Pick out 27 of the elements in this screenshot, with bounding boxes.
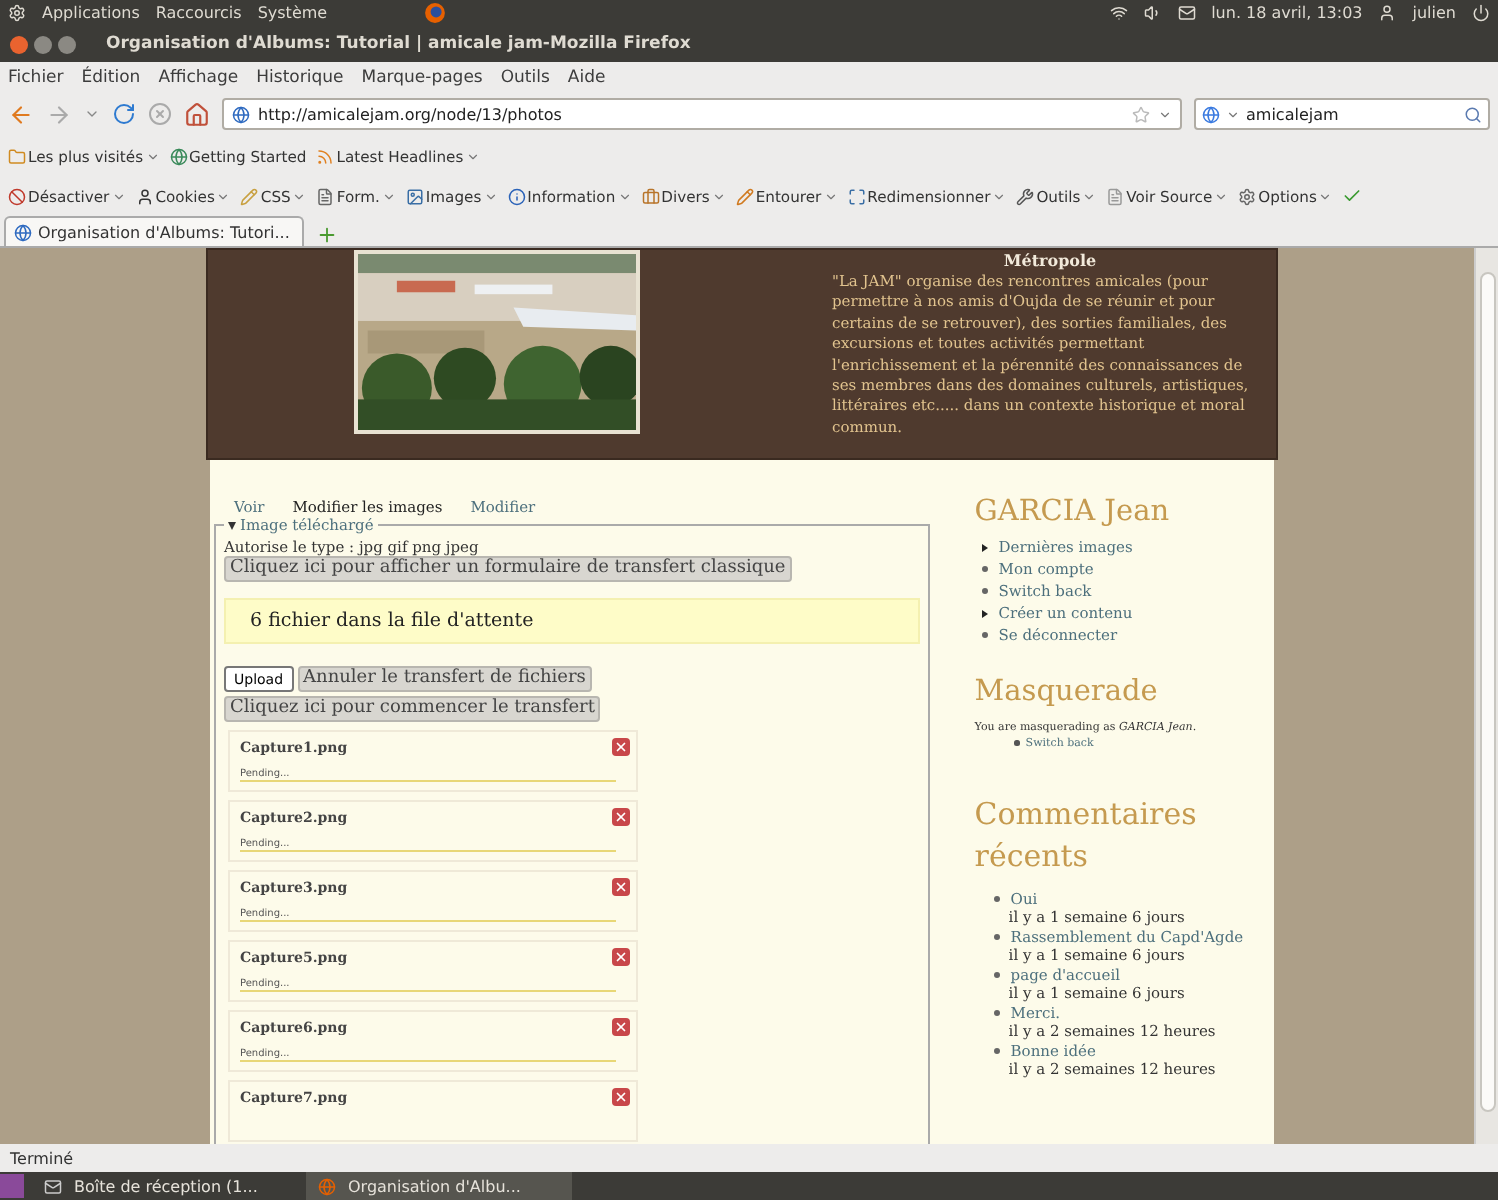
block-title: Commentaires récents bbox=[974, 794, 1199, 878]
block-title: Masquerade bbox=[974, 674, 1160, 712]
queue-message: 6 fichier dans la file d'attente bbox=[224, 598, 920, 644]
search-field[interactable]: amicalejam bbox=[1194, 98, 1490, 130]
menu-item[interactable]: Affichage bbox=[158, 67, 239, 87]
taskbar-item[interactable]: Organisation d'Albu... bbox=[306, 1172, 572, 1200]
user-name[interactable]: julien bbox=[1412, 4, 1456, 22]
browser-tab[interactable]: Organisation d'Albums: Tutori... bbox=[4, 216, 304, 246]
classic-form-button[interactable]: Cliquez ici pour afficher un formulaire de transfert classique bbox=[224, 556, 792, 582]
cancel-button[interactable]: Annuler le transfert de fichiers bbox=[297, 666, 592, 692]
panel-menu[interactable]: Applications bbox=[42, 4, 140, 22]
panel-menu[interactable]: Système bbox=[257, 4, 328, 22]
window-title: Organisation d'Albums: Tutorial | amicale jam-Mozilla Firefox bbox=[106, 34, 691, 54]
menu-item[interactable]: Outils bbox=[500, 67, 550, 87]
menu-item[interactable]: Fichier bbox=[8, 67, 64, 87]
menu-item[interactable]: Édition bbox=[81, 67, 141, 87]
status-text: Terminé bbox=[10, 1149, 74, 1167]
taskbar-item[interactable]: Boîte de réception (1... bbox=[32, 1172, 298, 1200]
menu-item[interactable]: Marque-pages bbox=[361, 67, 483, 87]
block-title: GARCIA Jean bbox=[974, 494, 1172, 532]
menu-item[interactable]: Historique bbox=[256, 67, 344, 87]
clock[interactable]: lun. 18 avril, 13:03 bbox=[1211, 4, 1363, 22]
panel-menu[interactable]: Raccourcis bbox=[155, 4, 242, 22]
site-title: Métropole bbox=[1003, 250, 1097, 272]
menu-item[interactable]: Aide bbox=[567, 67, 606, 87]
start-upload-button[interactable]: Cliquez ici pour commencer le transfert bbox=[224, 696, 601, 722]
url-field[interactable]: http://amicalejam.org/node/13/photos bbox=[222, 98, 1182, 130]
